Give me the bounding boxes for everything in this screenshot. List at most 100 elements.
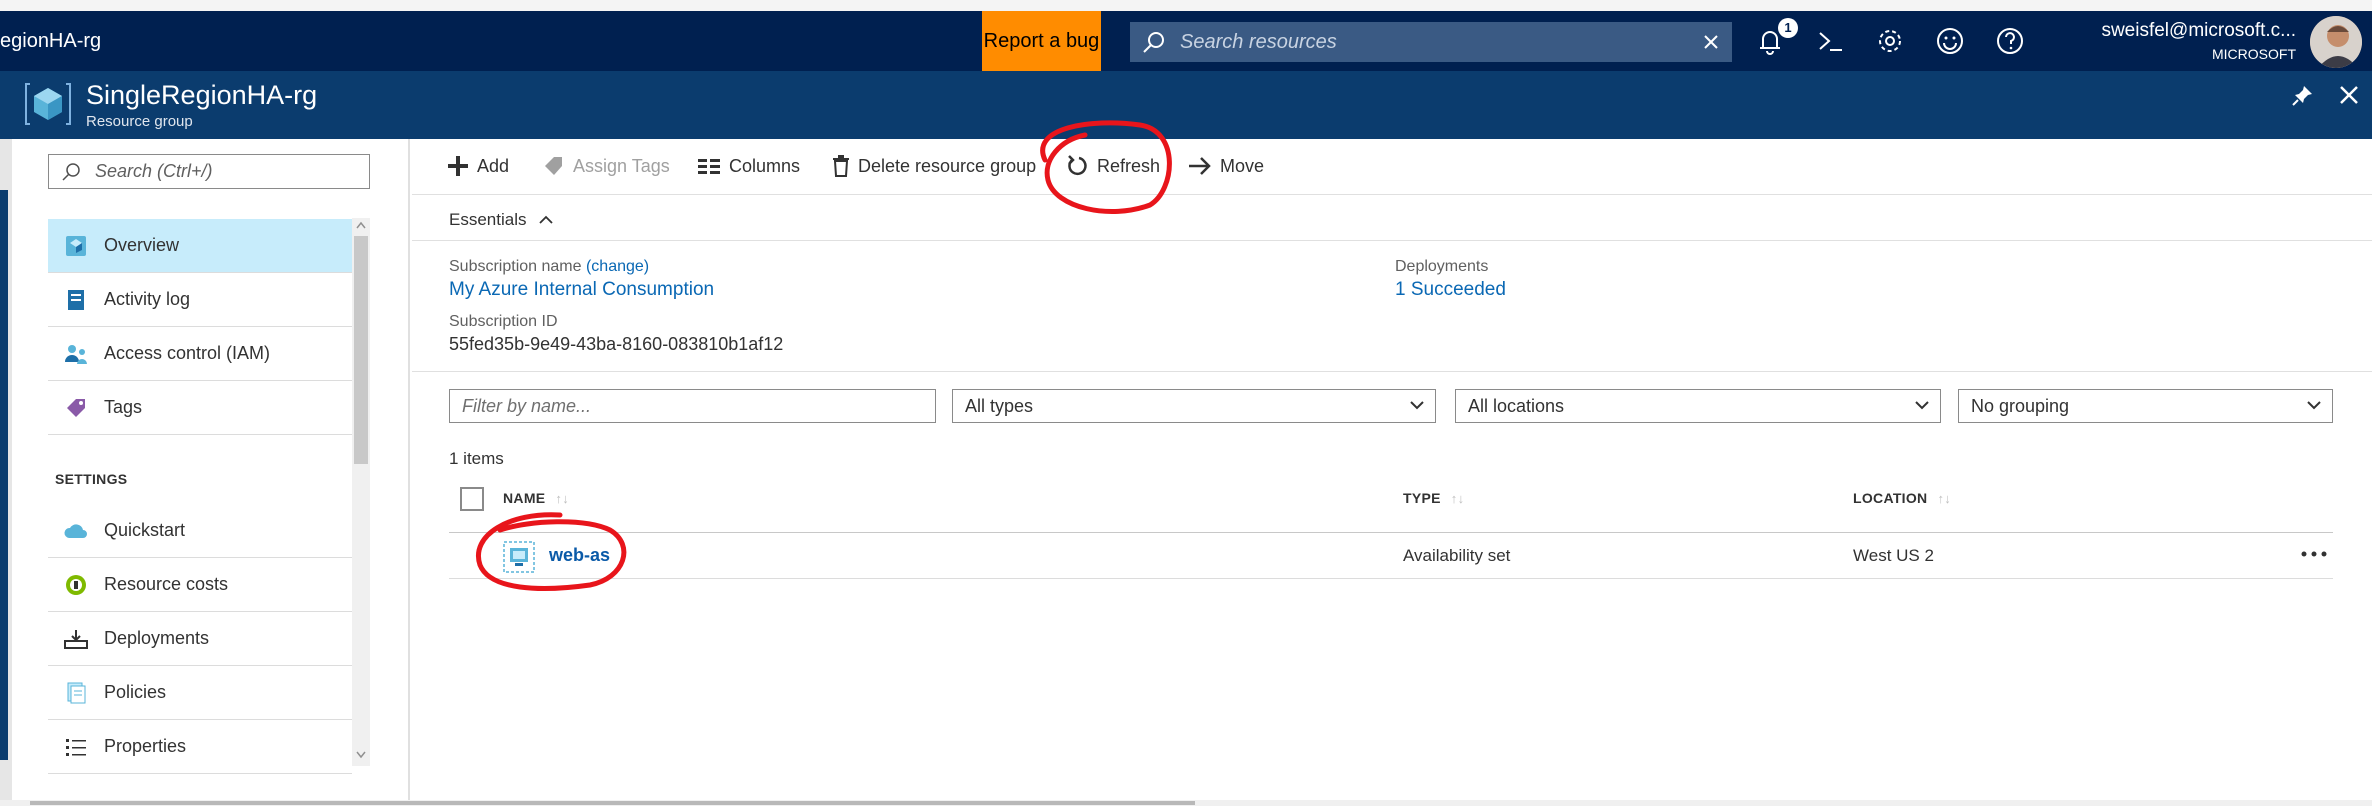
report-bug-button[interactable]: Report a bug	[982, 11, 1101, 71]
columns-label: Columns	[729, 155, 801, 176]
assign-tags-button[interactable]: Assign Tags	[543, 146, 670, 186]
grouping-dropdown[interactable]: No grouping	[1958, 389, 2333, 423]
menu-scrollbar-thumb[interactable]	[354, 236, 368, 464]
horizontal-scrollbar-thumb[interactable]	[30, 801, 1195, 805]
resource-type: Availability set	[1403, 546, 1511, 565]
help-button[interactable]	[1980, 11, 2040, 71]
refresh-label: Refresh	[1097, 155, 1161, 176]
scroll-down-icon[interactable]	[355, 750, 367, 760]
filter-by-name-input[interactable]	[462, 390, 935, 423]
cost-icon	[48, 558, 104, 612]
settings-button[interactable]	[1860, 11, 1920, 71]
more-options-icon[interactable]	[2298, 538, 2330, 570]
deployments-label: Deployments	[1395, 258, 1489, 275]
nav-item-label: Resource costs	[104, 574, 229, 594]
search-icon	[1142, 30, 1166, 54]
menu-search-box[interactable]	[48, 154, 370, 189]
command-bar-divider	[412, 194, 2372, 195]
sort-icon: ↑↓	[555, 490, 570, 506]
column-header-name[interactable]: NAME ↑↓	[503, 490, 569, 506]
column-header-type[interactable]: TYPE ↑↓	[1403, 490, 1464, 506]
nav-item-label: Deployments	[104, 628, 210, 648]
feedback-button[interactable]	[1920, 11, 1980, 71]
nav-item-resource-costs[interactable]: Resource costs	[48, 558, 352, 612]
pin-icon[interactable]	[2292, 84, 2314, 106]
chevron-up-icon	[538, 214, 554, 226]
refresh-button[interactable]: Refresh	[1065, 146, 1160, 186]
plus-icon	[447, 155, 469, 177]
nav-item-label: Overview	[104, 235, 180, 255]
trash-icon	[832, 155, 850, 177]
nav-item-label: Tags	[104, 397, 143, 417]
change-subscription-link[interactable]: (change)	[586, 258, 649, 275]
add-button[interactable]: Add	[447, 146, 509, 186]
table-header-divider	[449, 532, 2333, 533]
nav-item-label: Access control (IAM)	[104, 343, 271, 363]
subscription-name-link[interactable]: My Azure Internal Consumption	[449, 279, 714, 301]
subscription-name-label: Subscription name (change)	[449, 258, 649, 276]
essentials-toggle[interactable]: Essentials	[449, 210, 554, 230]
subscription-name-label-text: Subscription name	[449, 258, 582, 275]
types-dropdown[interactable]: All types	[952, 389, 1436, 423]
clear-search-icon[interactable]	[1702, 33, 1720, 51]
chevron-down-icon	[2306, 399, 2322, 411]
nav-item-policies[interactable]: Policies	[48, 666, 352, 720]
breadcrumb[interactable]: egionHA-rg	[0, 11, 101, 71]
help-icon	[1995, 26, 2025, 56]
resource-name-link[interactable]: web-as	[549, 545, 610, 566]
assign-tags-label: Assign Tags	[573, 155, 670, 176]
user-email[interactable]: sweisfel@microsoft.c...	[2040, 20, 2296, 42]
deployments-icon	[48, 612, 104, 666]
column-header-name-label: NAME	[503, 490, 546, 506]
search-resources-box[interactable]	[1130, 22, 1732, 62]
deployments-link[interactable]: 1 Succeeded	[1395, 279, 1506, 301]
add-label: Add	[477, 155, 510, 176]
close-blade-icon[interactable]	[2338, 84, 2360, 106]
items-count: 1 items	[449, 449, 504, 468]
grouping-dropdown-value: No grouping	[1971, 396, 2070, 416]
gear-icon	[1875, 26, 1905, 56]
nav-item-label: Activity log	[104, 289, 191, 309]
nav-item-activity-log[interactable]: Activity log	[48, 273, 352, 327]
locations-dropdown[interactable]: All locations	[1455, 389, 1941, 423]
browser-strip	[0, 0, 2372, 11]
menu-search-input[interactable]	[95, 155, 365, 188]
user-org: MICROSOFT	[2212, 46, 2296, 62]
nav-item-label: Quickstart	[104, 520, 186, 540]
properties-icon	[48, 720, 104, 774]
delete-label: Delete resource group	[858, 155, 1037, 176]
column-header-location-label: LOCATION	[1853, 490, 1928, 506]
settings-section-header: SETTINGS	[55, 471, 128, 487]
notification-count-badge: 1	[1778, 18, 1798, 38]
nav-item-overview[interactable]: Overview	[48, 219, 352, 273]
tag-icon	[543, 155, 565, 177]
column-header-type-label: TYPE	[1403, 490, 1441, 506]
columns-button[interactable]: Columns	[697, 146, 800, 186]
nav-item-access-control[interactable]: Access control (IAM)	[48, 327, 352, 381]
delete-resource-group-button[interactable]: Delete resource group	[832, 146, 1036, 186]
subscription-id-value: 55fed35b-9e49-43ba-8160-083810b1af12	[449, 334, 784, 354]
search-resources-input[interactable]	[1180, 22, 1680, 62]
blade-header	[0, 71, 2372, 139]
nav-item-deployments[interactable]: Deployments	[48, 612, 352, 666]
availability-set-icon	[503, 541, 535, 573]
nav-item-label: Properties	[104, 736, 187, 756]
select-all-checkbox[interactable]	[460, 487, 484, 511]
move-button[interactable]: Move	[1188, 146, 1264, 186]
activity-log-icon	[48, 273, 104, 327]
move-label: Move	[1220, 155, 1265, 176]
column-header-location[interactable]: LOCATION ↑↓	[1853, 490, 1951, 506]
cloud-shell-button[interactable]	[1800, 11, 1860, 71]
chevron-down-icon	[1409, 399, 1425, 411]
overview-icon	[48, 219, 104, 273]
nav-item-tags[interactable]: Tags	[48, 381, 352, 435]
chevron-down-icon	[1914, 399, 1930, 411]
avatar[interactable]	[2310, 16, 2362, 68]
nav-item-properties[interactable]: Properties	[48, 720, 352, 774]
filter-by-name-box[interactable]	[449, 389, 936, 423]
scroll-up-icon[interactable]	[355, 220, 367, 230]
essentials-bottom-divider	[412, 371, 2372, 372]
left-edge-dark	[0, 190, 8, 760]
smiley-icon	[1935, 26, 1965, 56]
nav-item-quickstart[interactable]: Quickstart	[48, 504, 352, 558]
